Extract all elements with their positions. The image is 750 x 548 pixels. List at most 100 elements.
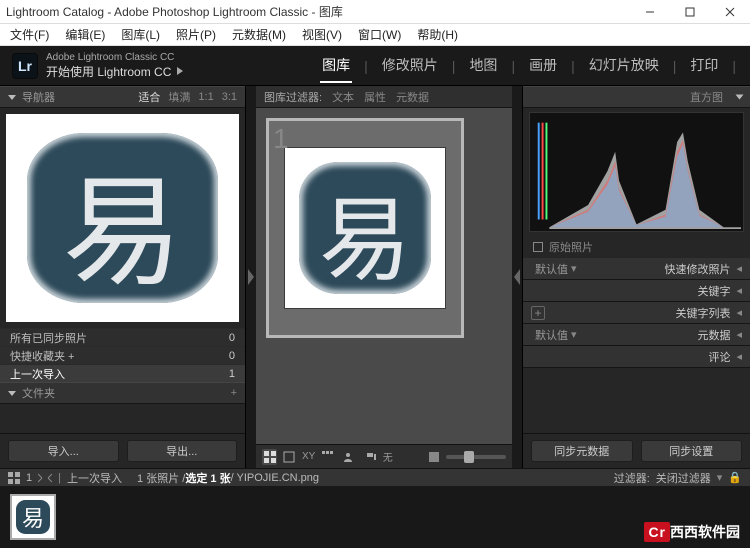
- cell-index: 1: [273, 123, 289, 155]
- catalog-row-synced[interactable]: 所有已同步照片0: [0, 328, 245, 346]
- center-area: 图库过滤器: 文本 属性 元数据 1 易 XY: [256, 86, 512, 468]
- catalog-row-lastimport[interactable]: 上一次导入1: [0, 364, 245, 382]
- metadata-header[interactable]: 默认值 ▾ 元数据 ◂: [523, 324, 750, 346]
- keywording-header[interactable]: 关键字 ◂: [523, 280, 750, 302]
- breadcrumb-count: 1 张照片 /: [137, 470, 185, 486]
- right-panel-handle[interactable]: [512, 86, 522, 468]
- metadata-preset-dropdown[interactable]: 默认值: [535, 327, 568, 343]
- watermark-logo: Cr: [644, 522, 670, 542]
- module-picker: 图库| 修改照片| 地图| 画册| 幻灯片放映| 打印|: [320, 46, 750, 85]
- menu-help[interactable]: 帮助(H): [413, 24, 462, 45]
- import-button[interactable]: 导入...: [8, 440, 119, 462]
- sync-metadata-button[interactable]: 同步元数据: [531, 440, 633, 462]
- window-minimize-button[interactable]: [630, 0, 670, 24]
- filmstrip-thumb-image: 易: [16, 500, 50, 534]
- center-toolbar: XY 无: [256, 444, 512, 468]
- lightroom-logo-icon: Lr: [12, 53, 38, 79]
- original-photo-label: 原始照片: [549, 239, 593, 255]
- brand-line1: Adobe Lightroom Classic CC: [46, 52, 183, 63]
- navigator-header[interactable]: 导航器 适合 填满 1:1 3:1: [0, 86, 245, 108]
- top-row: Lr Adobe Lightroom Classic CC 开始使用 Light…: [0, 46, 750, 86]
- triangle-icon: ◂: [736, 350, 742, 363]
- filmstrip[interactable]: 易 Cr 西西软件园: [0, 486, 750, 548]
- folders-header[interactable]: 文件夹 +: [0, 382, 245, 404]
- menu-window[interactable]: 窗口(W): [354, 24, 405, 45]
- export-button[interactable]: 导出...: [127, 440, 238, 462]
- menu-metadata[interactable]: 元数据(M): [228, 24, 290, 45]
- thumbnail-size-slider[interactable]: [446, 455, 506, 459]
- cell-thumbnail[interactable]: 易: [284, 147, 446, 309]
- catalog-list: 所有已同步照片0 快捷收藏夹 +0 上一次导入1: [0, 328, 245, 382]
- breadcrumb-filename: / YIPOJIE.CN.png: [231, 472, 319, 484]
- breadcrumb-source[interactable]: 上一次导入: [67, 470, 122, 486]
- chevron-down-icon: [8, 95, 16, 100]
- chevron-left-icon: [736, 95, 744, 100]
- grid-mini-icon[interactable]: [8, 472, 20, 484]
- thumb-small-icon[interactable]: [426, 449, 441, 465]
- brand-line2[interactable]: 开始使用 Lightroom CC: [46, 63, 183, 80]
- sync-settings-button[interactable]: 同步设置: [641, 440, 743, 462]
- module-print[interactable]: 打印: [688, 49, 720, 83]
- sync-row: 同步元数据 同步设置: [523, 433, 750, 468]
- zoom-fit[interactable]: 适合: [138, 89, 160, 105]
- painter-icon[interactable]: [363, 449, 378, 465]
- filter-attribute[interactable]: 属性: [364, 89, 386, 105]
- catalog-row-quickcollection[interactable]: 快捷收藏夹 +0: [0, 346, 245, 364]
- library-filter-bar: 图库过滤器: 文本 属性 元数据: [256, 86, 512, 108]
- sort-dropdown[interactable]: 无: [383, 449, 393, 464]
- module-develop[interactable]: 修改照片: [380, 49, 440, 83]
- zoom-3-1[interactable]: 3:1: [222, 91, 237, 103]
- left-panel: 导航器 适合 填满 1:1 3:1 易 所有已同步照片0 快捷收藏夹 +0 上一…: [0, 86, 246, 468]
- folders-plus-icon[interactable]: +: [231, 387, 237, 399]
- window-maximize-button[interactable]: [670, 0, 710, 24]
- left-panel-handle[interactable]: [246, 86, 256, 468]
- loupe-view-icon[interactable]: [281, 449, 296, 465]
- menubar: 文件(F) 编辑(E) 图库(L) 照片(P) 元数据(M) 视图(V) 窗口(…: [0, 24, 750, 46]
- module-book[interactable]: 画册: [527, 49, 559, 83]
- right-panel: 直方图 原始照片 默认值 ▾ 快速修改照: [522, 86, 750, 468]
- original-photo-toggle[interactable]: 原始照片: [523, 236, 750, 258]
- grid-cell[interactable]: 1 易: [266, 118, 464, 338]
- window-close-button[interactable]: [710, 0, 750, 24]
- grid-view-icon[interactable]: [262, 449, 277, 465]
- triangle-icon: ◂: [736, 284, 742, 297]
- plus-icon[interactable]: +: [531, 306, 545, 320]
- zoom-fill[interactable]: 填满: [168, 89, 190, 105]
- histogram[interactable]: [529, 112, 744, 232]
- lock-icon[interactable]: 🔒: [728, 471, 742, 484]
- preset-dropdown[interactable]: 默认值: [535, 261, 568, 277]
- brand: Lr Adobe Lightroom Classic CC 开始使用 Light…: [0, 52, 183, 80]
- menu-photo[interactable]: 照片(P): [172, 24, 220, 45]
- comments-header[interactable]: 评论 ◂: [523, 346, 750, 368]
- import-export-row: 导入... 导出...: [0, 433, 245, 468]
- module-map[interactable]: 地图: [467, 49, 499, 83]
- module-library[interactable]: 图库: [320, 49, 352, 83]
- module-slideshow[interactable]: 幻灯片放映: [587, 49, 661, 83]
- navigator-preview[interactable]: 易: [0, 108, 245, 328]
- menu-view[interactable]: 视图(V): [298, 24, 346, 45]
- keyword-list-header[interactable]: + 关键字列表 ◂: [523, 302, 750, 324]
- triangle-right-icon: [177, 67, 183, 75]
- filter-label: 过滤器:: [614, 470, 650, 486]
- filter-text[interactable]: 文本: [332, 89, 354, 105]
- compare-view-icon[interactable]: XY: [301, 449, 316, 465]
- grid-view[interactable]: 1 易: [256, 108, 512, 444]
- nav-arrows-icon[interactable]: [38, 473, 52, 483]
- filmstrip-thumb[interactable]: 易: [10, 494, 56, 540]
- folders-title: 文件夹: [22, 385, 55, 401]
- filter-metadata[interactable]: 元数据: [396, 89, 429, 105]
- menu-file[interactable]: 文件(F): [6, 24, 53, 45]
- menu-edit[interactable]: 编辑(E): [61, 24, 109, 45]
- menu-library[interactable]: 图库(L): [117, 24, 164, 45]
- zoom-1-1[interactable]: 1:1: [198, 91, 213, 103]
- chevron-down-icon: [8, 391, 16, 396]
- checkbox-icon: [533, 242, 543, 252]
- people-view-icon[interactable]: [340, 449, 355, 465]
- survey-view-icon[interactable]: [320, 449, 335, 465]
- filter-value[interactable]: 关闭过滤器: [656, 470, 711, 486]
- triangle-icon: ◂: [736, 328, 742, 341]
- histogram-header[interactable]: 直方图: [523, 86, 750, 108]
- watermark: Cr 西西软件园: [644, 522, 740, 542]
- quick-develop-header[interactable]: 默认值 ▾ 快速修改照片 ◂: [523, 258, 750, 280]
- breadcrumb-selected: 选定 1 张: [185, 470, 230, 486]
